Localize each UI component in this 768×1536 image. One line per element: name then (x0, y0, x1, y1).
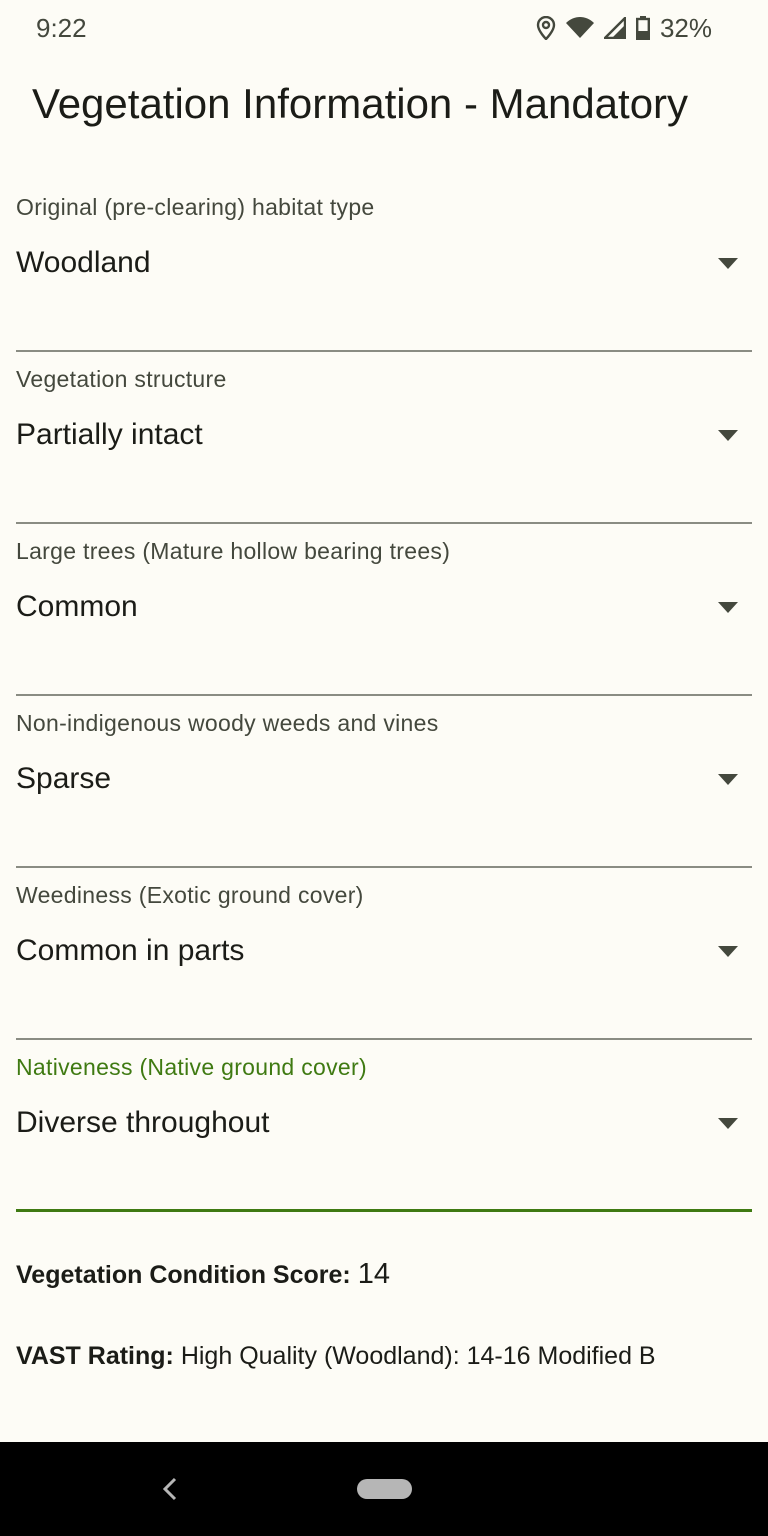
cell-signal-icon (603, 17, 626, 39)
battery-percent: 32% (659, 12, 712, 43)
dropdown-arrow-icon (718, 1118, 738, 1129)
location-icon (536, 16, 556, 40)
battery-icon (635, 16, 650, 40)
home-handle[interactable] (357, 1479, 412, 1499)
vast-label: VAST Rating: (16, 1342, 174, 1370)
field-underline-focused (16, 1209, 752, 1212)
field-label: Vegetation structure (16, 366, 227, 392)
status-bar: 9:22 32% (0, 0, 768, 56)
page-title: Vegetation Information - Mandatory (32, 80, 689, 127)
dropdown-arrow-icon (718, 602, 738, 613)
wifi-icon (565, 17, 594, 39)
system-nav-bar (0, 1442, 768, 1536)
weediness-dropdown[interactable]: Weediness (Exotic ground cover) Common i… (16, 868, 752, 1040)
dropdown-arrow-icon (718, 946, 738, 957)
woody-weeds-dropdown[interactable]: Non-indigenous woody weeds and vines Spa… (16, 696, 752, 868)
dropdown-arrow-icon (718, 258, 738, 269)
dropdown-arrow-icon (718, 430, 738, 441)
nativeness-dropdown[interactable]: Nativeness (Native ground cover) Diverse… (16, 1040, 752, 1212)
field-label: Weediness (Exotic ground cover) (16, 882, 364, 908)
field-label: Large trees (Mature hollow bearing trees… (16, 538, 451, 564)
field-label: Original (pre-clearing) habitat type (16, 194, 375, 220)
large-trees-dropdown[interactable]: Large trees (Mature hollow bearing trees… (16, 524, 752, 696)
field-value: Partially intact (16, 418, 203, 451)
vegetation-structure-dropdown[interactable]: Vegetation structure Partially intact (16, 352, 752, 524)
field-value: Sparse (16, 762, 112, 795)
vegetation-condition-score: Vegetation Condition Score: 14 (16, 1258, 390, 1291)
field-value: Common (16, 590, 138, 623)
score-label: Vegetation Condition Score: (16, 1261, 351, 1289)
status-icons: 32% (536, 13, 712, 44)
field-value: Common in parts (16, 934, 245, 967)
field-value: Diverse throughout (16, 1106, 270, 1139)
field-value: Woodland (16, 246, 151, 279)
dropdown-arrow-icon (718, 774, 738, 785)
vast-value: High Quality (Woodland): 14-16 Modified … (180, 1342, 656, 1370)
field-label: Nativeness (Native ground cover) (16, 1054, 367, 1080)
back-icon[interactable] (160, 1476, 180, 1502)
habitat-type-dropdown[interactable]: Original (pre-clearing) habitat type Woo… (16, 180, 752, 352)
field-label: Non-indigenous woody weeds and vines (16, 710, 439, 736)
status-time: 9:22 (36, 12, 87, 43)
score-value: 14 (357, 1258, 390, 1290)
vast-rating: VAST Rating: High Quality (Woodland): 14… (16, 1342, 656, 1371)
